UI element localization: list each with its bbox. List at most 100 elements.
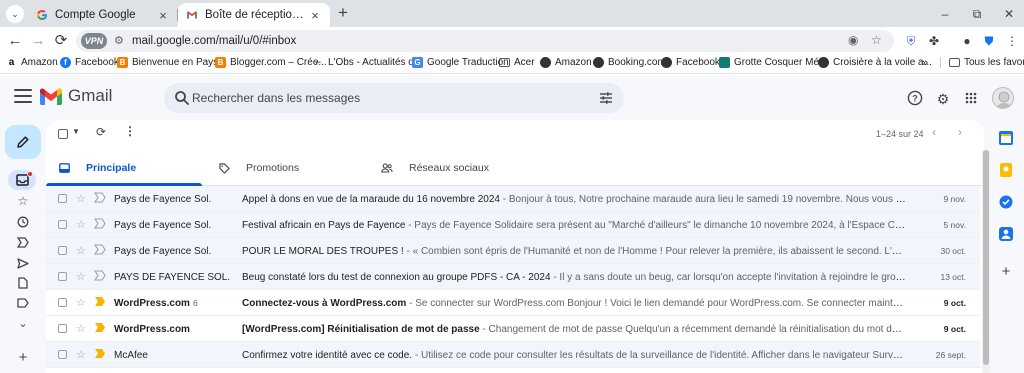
star-icon[interactable]: ☆ [76, 192, 86, 205]
more-bookmarks-button[interactable]: » [922, 57, 928, 69]
tab-reseaux-sociaux[interactable]: Réseaux sociaux [369, 150, 539, 186]
tab-promotions[interactable]: Promotions [206, 150, 366, 186]
calendar-icon[interactable] [998, 130, 1014, 146]
row-checkbox[interactable] [58, 220, 67, 229]
row-checkbox[interactable] [58, 324, 67, 333]
bookmark-acer[interactable]: Acer [499, 57, 535, 68]
star-icon[interactable]: ☆ [76, 218, 86, 231]
browser-menu-icon[interactable]: ⋮ [1003, 32, 1021, 50]
bookmark-croisiere[interactable]: Croisière à la voile a... [818, 57, 932, 68]
browser-tab-google-account[interactable]: Compte Google × [28, 3, 178, 27]
bookmark-facebook-2[interactable]: Facebook [661, 57, 720, 68]
bookmark-amazon-2[interactable]: Amazon [540, 57, 592, 68]
vpn-badge-icon[interactable]: VPN [81, 33, 107, 49]
important-marker-icon[interactable] [94, 270, 106, 281]
security-shield-icon[interactable]: ⛊ [980, 32, 998, 50]
important-marker-icon[interactable] [94, 348, 106, 359]
restore-window-button[interactable]: ⧉ [962, 4, 992, 24]
bookmark-grotte-cosquer[interactable]: Grotte Cosquer Mé... [719, 57, 827, 68]
row-checkbox[interactable] [58, 350, 67, 359]
eye-icon[interactable]: ◉ [848, 33, 858, 47]
email-row[interactable]: ☆ WordPress.com [WordPress.com] Réinitia… [46, 316, 980, 342]
bookmark-blogger[interactable]: B Blogger.com – Crée... [215, 57, 327, 68]
nav-more[interactable]: ⌄ [12, 313, 34, 333]
tab-principale[interactable]: Principale [46, 150, 202, 186]
search-options-icon[interactable] [598, 90, 614, 106]
help-icon[interactable]: ? [906, 90, 924, 108]
row-checkbox[interactable] [58, 194, 67, 203]
important-marker-icon[interactable] [94, 322, 106, 333]
nav-create-label[interactable]: + [12, 347, 34, 367]
email-row[interactable]: ☆ WordPress.com 6 Connectez-vous à WordPr… [46, 290, 980, 316]
address-bar[interactable]: VPN ⚙ mail.google.com/mail/u/0/#inbox ◉ … [76, 30, 894, 52]
reload-icon[interactable]: ⟳ [51, 31, 71, 51]
tab-search-menu-icon[interactable]: ⌄ [6, 5, 24, 23]
important-marker-icon[interactable] [94, 296, 106, 307]
forward-arrow-icon[interactable]: → [28, 31, 48, 51]
extensions-puzzle-icon[interactable]: ✤ [925, 32, 943, 50]
select-dropdown-icon[interactable]: ▼ [72, 127, 80, 136]
back-arrow-icon[interactable]: ← [5, 31, 25, 51]
bookmark-google-traduction[interactable]: G Google Traduction [412, 57, 509, 68]
row-checkbox[interactable] [58, 246, 67, 255]
url-text[interactable]: mail.google.com/mail/u/0/#inbox [132, 35, 296, 47]
google-apps-icon[interactable] [962, 90, 980, 108]
email-row[interactable]: ☆ Pays de Fayence Sol. POUR LE MORAL DES… [46, 238, 980, 264]
account-avatar[interactable] [992, 87, 1014, 109]
email-row[interactable]: ☆ McAfee Confirmez votre identité avec c… [46, 342, 980, 368]
nav-important[interactable] [12, 232, 34, 252]
scrollbar-thumb[interactable] [983, 150, 989, 365]
profile-icon[interactable]: ● [958, 32, 976, 50]
bookmark-star-icon[interactable]: ☆ [871, 33, 882, 47]
email-row[interactable]: ☆ Pays de Fayence Sol. Appel à dons en v… [46, 186, 980, 212]
search-input[interactable]: Rechercher dans les messages [192, 91, 360, 105]
bookmark-booking[interactable]: Booking.com [593, 57, 666, 68]
nav-starred[interactable]: ☆ [12, 191, 34, 211]
minimize-window-button[interactable]: – [930, 4, 960, 24]
refresh-icon[interactable]: ⟳ [96, 125, 106, 139]
bookmark-bienvenue[interactable]: B Bienvenue en Pays... [117, 57, 227, 68]
new-tab-button[interactable]: + [333, 4, 353, 24]
star-icon[interactable]: ☆ [76, 322, 86, 335]
browser-tab-gmail-inbox[interactable]: Boîte de réception (13) - b.louis × [178, 3, 330, 27]
tab-close-icon[interactable]: × [156, 8, 170, 23]
bookmark-facebook[interactable]: f Facebook [60, 57, 119, 68]
search-icon[interactable] [174, 90, 190, 106]
select-all-checkbox[interactable] [58, 129, 68, 139]
settings-gear-icon[interactable]: ⚙ [934, 90, 952, 108]
compose-button[interactable] [5, 125, 41, 159]
nav-inbox[interactable] [8, 170, 36, 190]
shield-extension-icon[interactable]: ⛨ [902, 32, 920, 50]
add-addon-icon[interactable]: + [998, 264, 1014, 280]
nav-drafts[interactable] [12, 273, 34, 293]
keep-icon[interactable] [998, 162, 1014, 178]
star-icon[interactable]: ☆ [76, 296, 86, 309]
gmail-logo[interactable]: Gmail [40, 86, 112, 106]
important-marker-icon[interactable] [94, 244, 106, 255]
bookmark-lobs[interactable]: ⌐ L'Obs - Actualités d... [313, 57, 422, 68]
main-menu-icon[interactable] [14, 89, 32, 103]
email-row[interactable]: ☆ Pays de Fayence Sol. Festival africain… [46, 212, 980, 238]
star-icon[interactable]: ☆ [76, 244, 86, 257]
important-marker-icon[interactable] [94, 192, 106, 203]
more-options-icon[interactable]: ⋮ [124, 124, 136, 138]
site-info-icon[interactable]: ⚙ [114, 34, 124, 47]
close-window-button[interactable]: ✕ [994, 4, 1024, 24]
star-icon[interactable]: ☆ [76, 270, 86, 283]
next-page-icon[interactable]: › [958, 125, 962, 139]
row-checkbox[interactable] [58, 272, 67, 281]
tasks-icon[interactable] [998, 194, 1014, 210]
star-icon[interactable]: ☆ [76, 348, 86, 361]
email-row[interactable]: ☆ PAYS DE FAYENCE SOL. Beug constaté lor… [46, 264, 980, 290]
important-marker-icon[interactable] [94, 218, 106, 229]
all-bookmarks-folder[interactable]: Tous les favoris [940, 57, 1024, 68]
nav-snoozed[interactable] [12, 212, 34, 232]
search-bar[interactable]: Rechercher dans les messages [164, 83, 624, 113]
contacts-icon[interactable] [998, 226, 1014, 242]
row-checkbox[interactable] [58, 298, 67, 307]
nav-sent[interactable] [12, 253, 34, 273]
bookmark-amazon[interactable]: a Amazon [6, 57, 58, 68]
previous-page-icon[interactable]: ‹ [932, 125, 936, 139]
nav-label[interactable] [12, 293, 34, 313]
tab-close-icon[interactable]: × [308, 8, 322, 23]
